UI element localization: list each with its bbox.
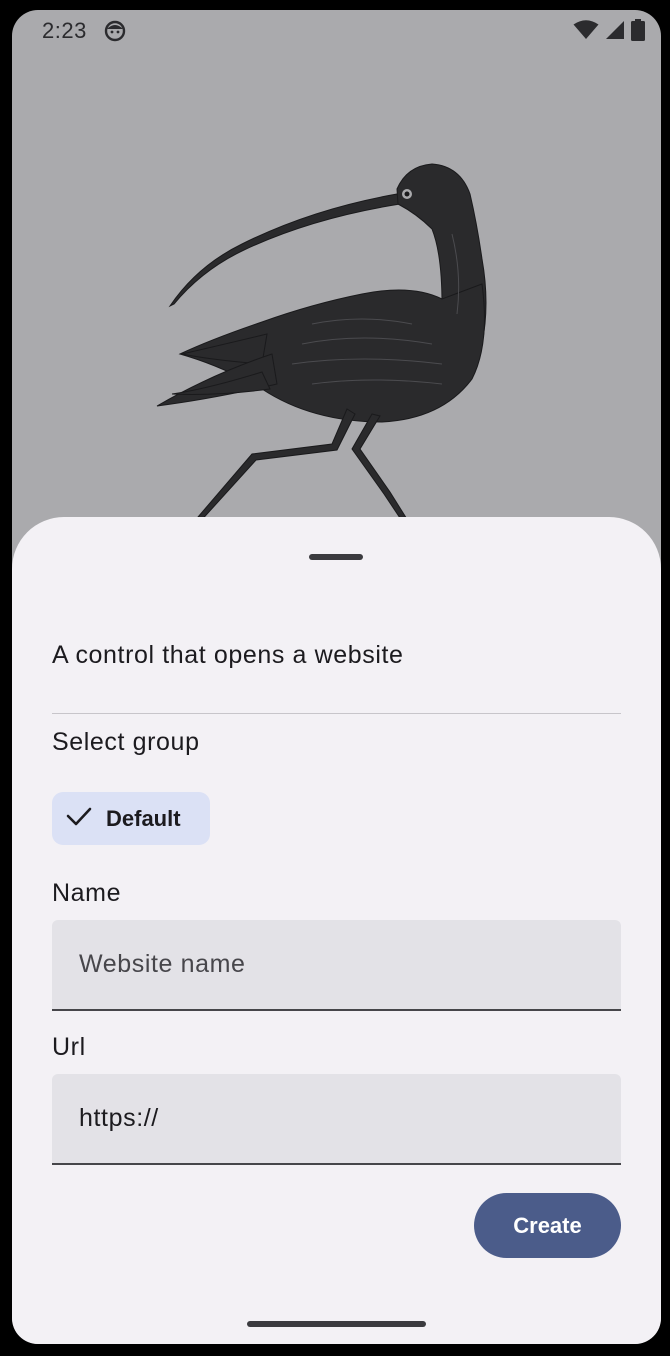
phone-screen: 2:23 A control that opens a website Sele… bbox=[12, 10, 661, 1344]
bottom-sheet: A control that opens a website Select gr… bbox=[12, 517, 661, 1344]
url-field[interactable] bbox=[52, 1074, 621, 1165]
group-chip-default[interactable]: Default bbox=[52, 792, 210, 845]
status-icons bbox=[573, 19, 645, 46]
battery-icon bbox=[631, 19, 645, 46]
name-label: Name bbox=[52, 879, 122, 907]
create-button[interactable]: Create bbox=[474, 1193, 621, 1258]
wifi-icon bbox=[573, 20, 599, 45]
status-bar: 2:23 bbox=[12, 10, 661, 54]
home-indicator bbox=[247, 1321, 426, 1327]
url-input[interactable] bbox=[52, 1074, 621, 1163]
drag-handle[interactable] bbox=[309, 554, 363, 560]
curlew-bird-illustration bbox=[12, 54, 661, 525]
divider bbox=[52, 713, 621, 714]
sheet-description: A control that opens a website bbox=[52, 641, 404, 669]
website-name-input[interactable] bbox=[52, 920, 621, 1009]
check-icon bbox=[66, 805, 92, 832]
url-label: Url bbox=[52, 1033, 86, 1061]
group-chip-label: Default bbox=[106, 805, 181, 831]
face-notification-icon bbox=[104, 20, 126, 47]
status-time: 2:23 bbox=[42, 18, 87, 43]
cell-signal-icon bbox=[605, 20, 625, 45]
website-name-field[interactable] bbox=[52, 920, 621, 1011]
select-group-label: Select group bbox=[52, 728, 200, 756]
